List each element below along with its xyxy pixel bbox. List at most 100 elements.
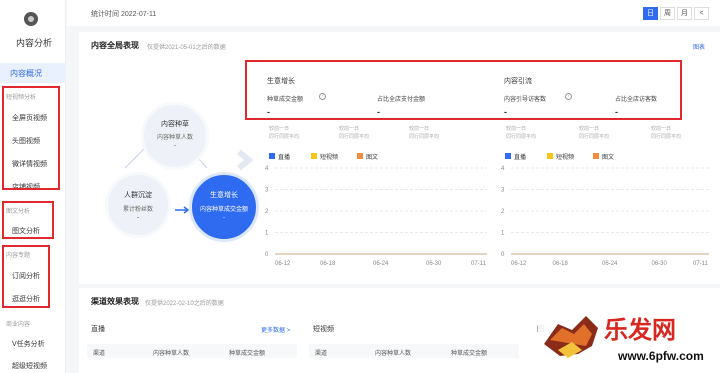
growth-panel-heading: 生意增长: [267, 78, 295, 85]
traffic-metric-1-value: -: [504, 107, 507, 117]
stat-time: 统计时间 2022-07-11: [91, 11, 157, 18]
y-tick-label: 1: [501, 231, 505, 237]
legend-image-text-swatch: [357, 153, 363, 159]
compare-label: 较前一日: [269, 126, 290, 132]
legend-image-text-label[interactable]: 图文: [602, 152, 614, 161]
app-title: 内容分析: [15, 38, 52, 48]
compare-label: 较前一日: [579, 126, 600, 132]
col-channel: 渠道: [315, 351, 328, 357]
more-data-link[interactable]: 更多数据 >: [261, 325, 290, 334]
info-icon[interactable]: ?: [565, 93, 572, 100]
peer-label: 同行同层平均: [409, 134, 440, 140]
sidebar-item-super-video[interactable]: 超级短视频: [12, 361, 47, 371]
period-day-button[interactable]: 日: [643, 7, 658, 20]
annotation-box-content-topic: [2, 245, 50, 308]
legend-image-text-label[interactable]: 图文: [366, 152, 378, 161]
compare-label: 较前一日: [651, 126, 672, 132]
peer-label: 同行同层平均: [506, 134, 537, 140]
legend-short-video-label[interactable]: 短视频: [556, 152, 574, 161]
y-tick-label: 0: [501, 252, 505, 258]
growth-metric-1-label: 种草成交金额: [267, 97, 304, 103]
peer-label: 同行同层平均: [651, 134, 682, 140]
y-tick-label: 4: [265, 166, 269, 172]
traffic-metric-1-label: 内容引导访客数: [504, 97, 547, 103]
content-seed-title: 内容种草: [161, 121, 189, 128]
crowd-sub: 累计粉丝数: [122, 207, 153, 213]
peer-label: 同行同层平均: [339, 134, 370, 140]
table-header-row: [309, 344, 519, 358]
annotation-box-short-video: [2, 86, 60, 190]
x-tick-label: 06-30: [652, 261, 668, 267]
watermark-brand: 乐发网: [604, 316, 676, 344]
growth-metric-1-value: -: [267, 107, 270, 117]
y-tick-label: 1: [265, 231, 269, 237]
x-tick-label: 06-24: [602, 261, 618, 267]
growth-value: -: [223, 215, 225, 221]
y-tick-label: 4: [501, 166, 505, 172]
y-tick-label: 0: [265, 252, 269, 258]
compare-label: 较前一日: [409, 126, 430, 132]
channel-live-title: 直播: [91, 326, 105, 333]
sidebar-item-label: 内容概况: [10, 69, 42, 78]
x-tick-label: 06-24: [373, 261, 389, 267]
col-seed-gmv: 种草成交金额: [229, 351, 266, 357]
legend-short-video-swatch: [311, 153, 317, 159]
app-logo-icon: [24, 12, 38, 26]
crowd-value: -: [137, 215, 139, 221]
y-tick-label: 2: [501, 209, 505, 215]
annotation-box-image-text: [2, 201, 54, 239]
traffic-metric-2-label: 占比全店访客数: [615, 97, 658, 103]
growth-circle: 生意增长 内容种草成交金额 -: [189, 172, 259, 242]
growth-chart: 0 1 2 3 4 06-12 06-18 06-24 06-30 07-11: [265, 164, 493, 268]
legend-short-video-label[interactable]: 短视频: [320, 152, 338, 161]
channel-title: 渠道效果表现: [91, 297, 139, 306]
x-tick-label: 06-18: [320, 261, 336, 267]
y-tick-label: 3: [501, 188, 505, 194]
table-header-row: [87, 344, 297, 358]
legend-live-swatch: [505, 153, 511, 159]
watermark-url: www.6pfw.com: [617, 349, 704, 363]
growth-metric-2-label: 占比全店支付金额: [377, 97, 426, 103]
traffic-panel-heading: 内容引流: [504, 78, 532, 85]
sidebar-item-overview[interactable]: 内容概况: [0, 63, 66, 83]
top-bar: 统计时间 2022-07-11 日 周 月 <: [67, 0, 720, 26]
channel-subtitle: 仅提供2022-02-10之后的数据: [145, 301, 224, 307]
crowd-title: 人群沉淀: [124, 192, 152, 199]
overview-chart-link[interactable]: 图表: [693, 42, 705, 51]
legend-live-label[interactable]: 直播: [278, 152, 290, 161]
content-seed-circle: 内容种草 内容种草人数 -: [141, 102, 209, 170]
peer-label: 同行同层平均: [579, 134, 610, 140]
y-tick-label: 3: [265, 188, 269, 194]
traffic-chart: 0 1 2 3 4 06-12 06-18 06-24 06-30 07-11: [501, 164, 715, 268]
calendar-prev-button[interactable]: <: [694, 7, 709, 20]
content-seed-sub: 内容种草人数: [156, 135, 193, 141]
compare-label: 较前一日: [506, 126, 527, 132]
chart-svg: 0 1 2 3 4 06-12 06-18 06-24 06-30 07-11: [501, 166, 709, 267]
legend-live-label[interactable]: 直播: [514, 152, 526, 161]
x-tick-label: 06-12: [511, 261, 527, 267]
x-tick-label: 06-30: [426, 261, 442, 267]
growth-title: 生意增长: [210, 192, 238, 199]
col-seed-users: 内容种草人数: [375, 351, 412, 357]
col-channel: 渠道: [93, 351, 106, 357]
channel-short-video-title: 短视频: [313, 326, 334, 333]
x-tick-label: 07-11: [693, 261, 709, 267]
period-month-button[interactable]: 月: [677, 7, 692, 20]
overview-card: 内容全局表现 仅提供2021-05-01之后的数据 图表 内容种草 内容种草人数…: [79, 32, 720, 284]
chart-svg: 0 1 2 3 4 06-12 06-18 06-24 06-30 07-11: [265, 166, 487, 267]
legend-short-video-swatch: [547, 153, 553, 159]
sidebar-item-v-task[interactable]: V任务分析: [12, 339, 45, 349]
watermark-logo: 乐发网 www.6pfw.com: [538, 294, 720, 373]
y-tick-label: 2: [265, 209, 269, 215]
peer-label: 同行同层平均: [269, 134, 300, 140]
crowd-circle: 人群沉淀 累计粉丝数 -: [105, 172, 171, 238]
x-tick-label: 06-12: [275, 261, 291, 267]
info-icon[interactable]: ?: [319, 93, 326, 100]
x-tick-label: 06-18: [553, 261, 569, 267]
sidebar-group-commercial: 商业内容: [6, 322, 31, 328]
col-seed-gmv: 种草成交金额: [451, 351, 488, 357]
compare-label: 较前一日: [339, 126, 360, 132]
period-week-button[interactable]: 周: [660, 7, 675, 20]
traffic-metric-2-value: -: [615, 107, 618, 117]
content-seed-value: -: [174, 143, 176, 149]
